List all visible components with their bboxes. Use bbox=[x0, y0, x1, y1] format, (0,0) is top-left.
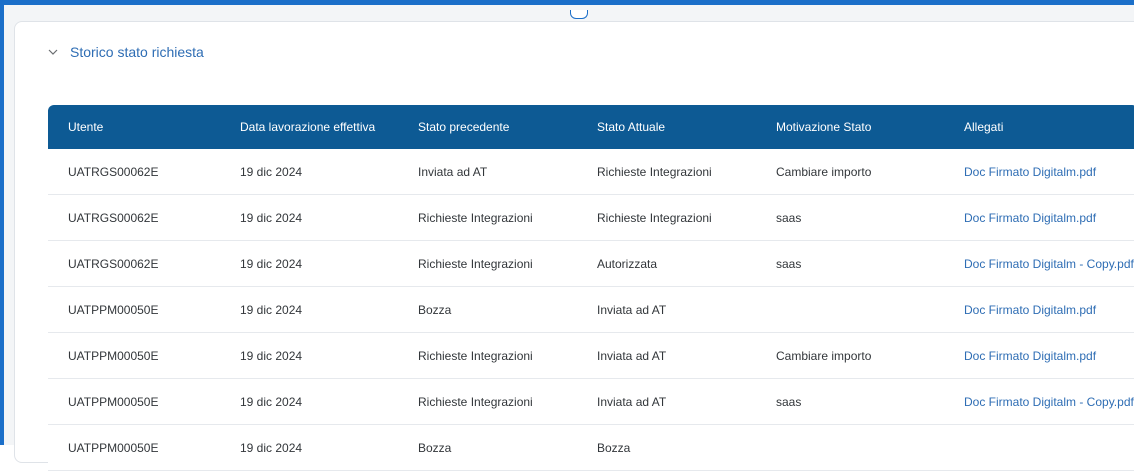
cell-data: 19 dic 2024 bbox=[240, 302, 303, 317]
status-history-table: Utente Data lavorazione effettiva Stato … bbox=[48, 105, 1134, 471]
cell-data: 19 dic 2024 bbox=[240, 440, 303, 455]
table-row: UATPPM00050E 19 dic 2024 Richieste Integ… bbox=[48, 333, 1134, 379]
cell-utente: UATPPM00050E bbox=[68, 394, 159, 409]
table-row: UATRGS00062E 19 dic 2024 Richieste Integ… bbox=[48, 241, 1134, 287]
attachment-link[interactable]: Doc Firmato Digitalm.pdf bbox=[944, 165, 1134, 179]
cell-stato-precedente: Richieste Integrazioni bbox=[418, 394, 533, 409]
cell-utente: UATRGS00062E bbox=[68, 210, 159, 225]
cell-stato-attuale: Bozza bbox=[597, 440, 631, 455]
table-row: UATRGS00062E 19 dic 2024 Inviata ad AT R… bbox=[48, 149, 1134, 195]
attachment-link[interactable]: Doc Firmato Digitalm - Copy.pdf bbox=[944, 395, 1134, 409]
table-header: Utente Data lavorazione effettiva Stato … bbox=[48, 105, 1134, 149]
attachment-link[interactable]: Doc Firmato Digitalm.pdf bbox=[944, 211, 1134, 225]
column-header-stato-precedente[interactable]: Stato precedente bbox=[398, 120, 577, 134]
column-header-motivazione[interactable]: Motivazione Stato bbox=[756, 120, 944, 134]
attachment-link[interactable]: Doc Firmato Digitalm - Copy.pdf bbox=[944, 257, 1134, 271]
top-handle[interactable] bbox=[570, 10, 588, 19]
column-header-utente[interactable]: Utente bbox=[48, 120, 220, 134]
cell-data: 19 dic 2024 bbox=[240, 210, 303, 225]
attachment-link[interactable]: Doc Firmato Digitalm.pdf bbox=[944, 349, 1134, 363]
cell-motivazione: Cambiare importo bbox=[776, 348, 872, 363]
cell-stato-precedente: Inviata ad AT bbox=[418, 164, 488, 179]
attachment-link[interactable]: Doc Firmato Digitalm.pdf bbox=[944, 303, 1134, 317]
cell-utente: UATRGS00062E bbox=[68, 164, 159, 179]
cell-stato-attuale: Richieste Integrazioni bbox=[597, 210, 712, 225]
cell-motivazione: saas bbox=[776, 210, 802, 225]
table-row: UATPPM00050E 19 dic 2024 Bozza Inviata a… bbox=[48, 287, 1134, 333]
cell-motivazione: saas bbox=[776, 256, 802, 271]
cell-stato-attuale: Inviata ad AT bbox=[597, 302, 667, 317]
cell-stato-attuale: Inviata ad AT bbox=[597, 394, 667, 409]
cell-motivazione: saas bbox=[776, 394, 802, 409]
cell-stato-precedente: Bozza bbox=[418, 302, 452, 317]
cell-utente: UATPPM00050E bbox=[68, 302, 159, 317]
cell-data: 19 dic 2024 bbox=[240, 256, 303, 271]
table-row: UATPPM00050E 19 dic 2024 Richieste Integ… bbox=[48, 379, 1134, 425]
cell-utente: UATPPM00050E bbox=[68, 440, 159, 455]
cell-stato-precedente: Richieste Integrazioni bbox=[418, 348, 533, 363]
cell-data: 19 dic 2024 bbox=[240, 164, 303, 179]
section-header[interactable]: Storico stato richiesta bbox=[48, 41, 204, 63]
cell-data: 19 dic 2024 bbox=[240, 394, 303, 409]
cell-utente: UATPPM00050E bbox=[68, 348, 159, 363]
cell-stato-precedente: Richieste Integrazioni bbox=[418, 210, 533, 225]
column-header-allegati[interactable]: Allegati bbox=[944, 120, 1134, 134]
cell-utente: UATRGS00062E bbox=[68, 256, 159, 271]
cell-stato-attuale: Richieste Integrazioni bbox=[597, 164, 712, 179]
section-title[interactable]: Storico stato richiesta bbox=[70, 44, 204, 60]
cell-stato-precedente: Bozza bbox=[418, 440, 452, 455]
column-header-stato-attuale[interactable]: Stato Attuale bbox=[577, 120, 756, 134]
cell-stato-attuale: Inviata ad AT bbox=[597, 348, 667, 363]
cell-stato-precedente: Richieste Integrazioni bbox=[418, 256, 533, 271]
table-row: UATPPM00050E 19 dic 2024 Bozza Bozza bbox=[48, 425, 1134, 471]
column-header-data[interactable]: Data lavorazione effettiva bbox=[220, 120, 398, 134]
cell-stato-attuale: Autorizzata bbox=[597, 256, 658, 271]
chevron-down-icon[interactable] bbox=[48, 47, 58, 57]
table-row: UATRGS00062E 19 dic 2024 Richieste Integ… bbox=[48, 195, 1134, 241]
cell-motivazione: Cambiare importo bbox=[776, 164, 872, 179]
cell-data: 19 dic 2024 bbox=[240, 348, 303, 363]
window-frame: Storico stato richiesta Utente Data lavo… bbox=[0, 0, 1134, 471]
